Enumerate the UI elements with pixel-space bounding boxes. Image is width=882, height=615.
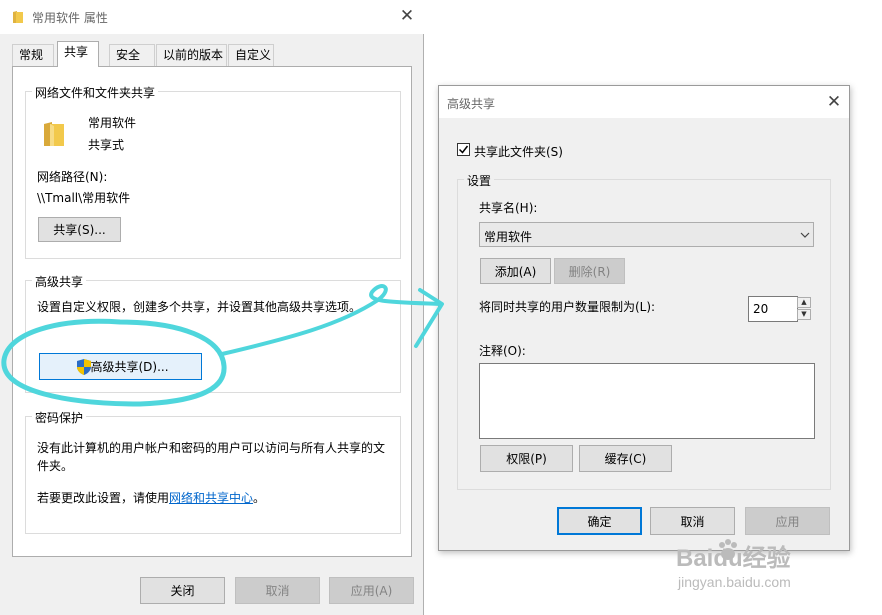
advanced-sharing-dialog: 高级共享 ✕ 共享此文件夹(S) 设置 共享名(H): 常用软件 添加(A) 删… (438, 85, 850, 551)
network-path-label: 网络路径(N): (37, 170, 108, 184)
chevron-down-icon (800, 232, 810, 238)
network-path-value: \\Tmall\常用软件 (37, 191, 131, 205)
tab-general[interactable]: 常规 (12, 44, 54, 66)
properties-cancel-button[interactable]: 取消 (235, 577, 320, 604)
advanced-sharing-group: 高级共享 设置自定义权限，创建多个共享，并设置其他高级共享选项。 高级共享(D)… (25, 273, 401, 393)
dialog-apply-button[interactable]: 应用 (745, 507, 830, 535)
watermark-url: jingyan.baidu.com (678, 574, 791, 590)
user-limit-label: 将同时共享的用户数量限制为(L): (479, 300, 656, 314)
properties-window: 常用软件 属性 ✕ 常规 共享 安全 以前的版本 自定义 网络文件和文件夹共享 … (0, 0, 424, 615)
permissions-button[interactable]: 权限(P) (480, 445, 573, 472)
user-limit-input[interactable]: 20 (748, 296, 798, 322)
caching-button[interactable]: 缓存(C) (579, 445, 672, 472)
network-sharing-legend: 网络文件和文件夹共享 (32, 84, 159, 101)
change-setting-text: 若要更改此设置，请使用网络和共享中心。 (37, 489, 265, 506)
share-folder-label[interactable]: 共享此文件夹(S) (474, 143, 563, 160)
network-sharing-center-link[interactable]: 网络和共享中心 (169, 491, 253, 505)
comment-textarea[interactable] (479, 363, 815, 439)
password-description-line2: 件夹。 (37, 459, 74, 473)
advanced-sharing-legend: 高级共享 (32, 273, 87, 290)
tab-previous-versions[interactable]: 以前的版本 (156, 44, 227, 66)
change-setting-suffix: 。 (253, 491, 266, 505)
settings-group: 设置 共享名(H): 常用软件 添加(A) 删除(R) 将同时共享的用户数量限制… (457, 172, 831, 490)
dialog-cancel-button[interactable]: 取消 (650, 507, 735, 535)
checkmark-icon (458, 145, 469, 154)
dialog-close-icon[interactable]: ✕ (822, 90, 846, 114)
tab-sharing[interactable]: 共享 (57, 41, 99, 67)
properties-title-bar: 常用软件 属性 ✕ (0, 0, 424, 34)
share-state: 共享式 (88, 138, 125, 152)
folder-name: 常用软件 (88, 116, 137, 130)
close-icon[interactable]: ✕ (395, 4, 419, 28)
spin-up-icon[interactable]: ▲ (797, 297, 811, 308)
password-description-line1: 没有此计算机的用户帐户和密码的用户可以访问与所有人共享的文 (37, 441, 386, 455)
settings-legend: 设置 (464, 172, 495, 189)
share-name-select[interactable]: 常用软件 (479, 222, 814, 247)
share-name-label: 共享名(H): (479, 201, 538, 215)
password-protection-group: 密码保护 没有此计算机的用户帐户和密码的用户可以访问与所有人共享的文 件夹。 若… (25, 409, 401, 534)
password-protection-legend: 密码保护 (32, 409, 87, 426)
advanced-sharing-button[interactable]: 高级共享(D)... (39, 353, 202, 380)
sharing-tab-panel: 网络文件和文件夹共享 常用软件 共享式 网络路径(N): \\Tmall\常用软… (12, 66, 412, 557)
tab-customize[interactable]: 自定义 (228, 44, 274, 66)
advanced-sharing-button-label: 高级共享(D)... (90, 360, 169, 374)
comment-label: 注释(O): (479, 344, 526, 358)
share-name-value: 常用软件 (484, 230, 533, 244)
advanced-sharing-title-bar: 高级共享 ✕ (439, 86, 849, 118)
network-sharing-group: 网络文件和文件夹共享 常用软件 共享式 网络路径(N): \\Tmall\常用软… (25, 84, 401, 259)
shield-icon (77, 359, 91, 375)
tab-security[interactable]: 安全 (109, 44, 155, 66)
add-share-button[interactable]: 添加(A) (480, 258, 551, 284)
remove-share-button[interactable]: 删除(R) (554, 258, 625, 284)
user-limit-value: 20 (753, 302, 769, 316)
advanced-sharing-description: 设置自定义权限，创建多个共享，并设置其他高级共享选项。 (37, 300, 362, 314)
ok-button[interactable]: 确定 (557, 507, 642, 535)
share-button[interactable]: 共享(S)... (38, 217, 121, 242)
change-setting-prefix: 若要更改此设置，请使用 (37, 491, 170, 505)
spin-down-icon[interactable]: ▼ (797, 309, 811, 320)
close-button[interactable]: 关闭 (140, 577, 225, 604)
folder-icon (13, 11, 23, 23)
properties-apply-button[interactable]: 应用(A) (329, 577, 414, 604)
advanced-sharing-title: 高级共享 (447, 97, 496, 111)
properties-title: 常用软件 属性 (32, 11, 108, 25)
share-folder-checkbox[interactable] (457, 143, 470, 156)
shared-folder-icon (44, 122, 64, 146)
